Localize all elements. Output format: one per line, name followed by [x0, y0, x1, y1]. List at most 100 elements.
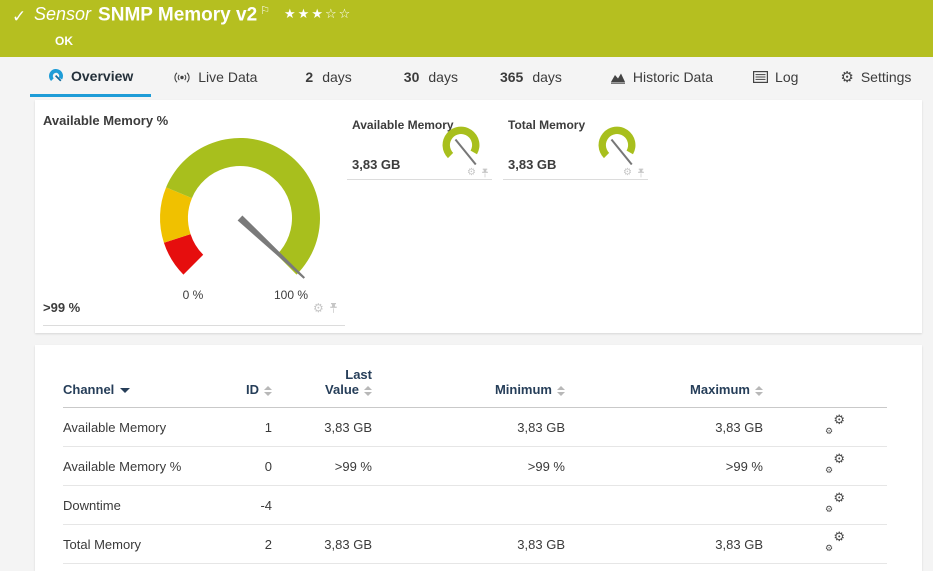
tab-number: 365 [500, 69, 523, 85]
column-label: ID [246, 382, 259, 397]
channel-minimum: 3,83 GB [372, 408, 565, 447]
channel-id: 0 [213, 447, 272, 486]
column-label: Minimum [495, 382, 552, 397]
log-icon [753, 71, 768, 83]
channel-name[interactable]: Total Memory [63, 525, 213, 564]
mini-gauge [593, 121, 641, 171]
sort-caret-down-icon [120, 388, 130, 393]
sort-icon [264, 386, 272, 396]
sort-icon [364, 386, 372, 396]
tab-2-days[interactable]: 2 days [293, 57, 363, 97]
area-chart-icon [610, 71, 626, 84]
tab-30-days[interactable]: 30 days [392, 57, 470, 97]
gauge-icon [48, 68, 64, 84]
column-label: Value [325, 382, 359, 397]
gauge-max-label: 100 % [269, 288, 313, 302]
channel-name[interactable]: Downtime [63, 486, 213, 525]
gear-icon[interactable]: ⚙ [467, 167, 476, 178]
pin-icon[interactable] [637, 168, 645, 178]
channel-last-value: >99 % [272, 447, 372, 486]
channel-name[interactable]: Available Memory [63, 408, 213, 447]
tab-label: days [428, 69, 458, 85]
column-label: Last [272, 367, 372, 382]
sensor-heading: Sensor SNMP Memory v2⚐ ★★★☆☆ [34, 4, 352, 26]
tab-label: Overview [71, 68, 133, 84]
mini-gauge-cell-available-memory: Available Memory 3,83 GB ⚙ [347, 110, 492, 180]
tab-label: Historic Data [633, 69, 713, 85]
tab-label: Log [775, 69, 798, 85]
sensor-tab-bar: Overview Live Data 2 days 30 days 365 da… [0, 57, 933, 97]
tab-label: days [532, 69, 562, 85]
channel-maximum: >99 % [565, 447, 763, 486]
channel-table-panel: Channel ID Last Value Minimum Maximum [35, 345, 922, 571]
channel-minimum: 3,83 GB [372, 525, 565, 564]
mini-gauge-value: 3,83 GB [352, 157, 400, 172]
mini-gauge-title: Total Memory [508, 118, 585, 132]
table-row: Total Memory 2 3,83 GB 3,83 GB 3,83 GB ⚙… [63, 525, 887, 564]
channel-minimum [372, 486, 565, 525]
cell-divider [43, 325, 345, 326]
sort-icon [557, 386, 565, 396]
column-header-id[interactable]: ID [213, 347, 272, 408]
pin-icon[interactable] [329, 302, 338, 314]
channel-maximum: 3,83 GB [565, 525, 763, 564]
channel-id: -4 [213, 486, 272, 525]
sensor-kind-label: Sensor [34, 4, 91, 24]
channel-settings-gears-icon[interactable]: ⚙⚙ [825, 417, 847, 434]
channel-last-value [272, 486, 372, 525]
column-header-minimum[interactable]: Minimum [372, 347, 565, 408]
tab-label: Live Data [198, 69, 257, 85]
status-badge: OK [55, 34, 73, 48]
tab-overview[interactable]: Overview [30, 57, 151, 97]
broadcast-icon [173, 71, 191, 84]
mini-gauge-cell-total-memory: Total Memory 3,83 GB ⚙ [503, 110, 648, 180]
table-row: Available Memory 1 3,83 GB 3,83 GB 3,83 … [63, 408, 887, 447]
mini-gauge-value: 3,83 GB [508, 157, 556, 172]
channel-last-value: 3,83 GB [272, 525, 372, 564]
gear-icon[interactable]: ⚙ [313, 301, 324, 315]
table-row: Available Memory % 0 >99 % >99 % >99 % ⚙… [63, 447, 887, 486]
tab-number: 30 [404, 69, 420, 85]
sort-icon [755, 386, 763, 396]
channel-settings-gears-icon[interactable]: ⚙⚙ [825, 456, 847, 473]
gauge-cell-actions: ⚙ [467, 167, 489, 178]
column-header-last-value[interactable]: Last Value [272, 347, 372, 408]
tab-label: days [322, 69, 352, 85]
channel-last-value: 3,83 GB [272, 408, 372, 447]
table-row: Downtime -4 ⚙⚙ [63, 486, 887, 525]
channel-name[interactable]: Available Memory % [63, 447, 213, 486]
channel-id: 2 [213, 525, 272, 564]
channel-settings-gears-icon[interactable]: ⚙⚙ [825, 495, 847, 512]
overview-gauges-panel: Available Memory % 0 % 100 % >99 % ⚙ Ava… [35, 100, 922, 333]
tab-historic-data[interactable]: Historic Data [598, 57, 725, 97]
check-icon: ✓ [12, 7, 26, 27]
flag-icon[interactable]: ⚐ [260, 4, 270, 17]
column-header-actions [763, 347, 887, 408]
tab-365-days[interactable]: 365 days [488, 57, 574, 97]
gear-icon[interactable]: ⚙ [623, 167, 632, 178]
channel-table: Channel ID Last Value Minimum Maximum [63, 347, 887, 564]
sensor-status-banner: ✓ Sensor SNMP Memory v2⚐ ★★★☆☆ OK [0, 0, 933, 57]
channel-table-header-row: Channel ID Last Value Minimum Maximum [63, 347, 887, 408]
column-header-channel[interactable]: Channel [63, 347, 213, 408]
channel-minimum: >99 % [372, 447, 565, 486]
main-gauge-value: >99 % [43, 300, 80, 315]
channel-settings-gears-icon[interactable]: ⚙⚙ [825, 534, 847, 551]
gauge-min-label: 0 % [171, 288, 215, 302]
tab-settings[interactable]: ⚙ Settings [828, 57, 923, 97]
channel-maximum [565, 486, 763, 525]
gauge-cell-actions: ⚙ [623, 167, 645, 178]
mini-gauge [437, 121, 485, 171]
sensor-title: SNMP Memory v2 [98, 4, 257, 25]
gauge-cell-actions: ⚙ [313, 301, 338, 315]
tab-log[interactable]: Log [741, 57, 810, 97]
tab-live-data[interactable]: Live Data [161, 57, 269, 97]
channel-maximum: 3,83 GB [565, 408, 763, 447]
gear-icon: ⚙ [840, 68, 853, 86]
main-gauge [140, 118, 340, 288]
priority-star-rating[interactable]: ★★★☆☆ [284, 7, 352, 22]
channel-id: 1 [213, 408, 272, 447]
pin-icon[interactable] [481, 168, 489, 178]
column-header-maximum[interactable]: Maximum [565, 347, 763, 408]
tab-label: Settings [861, 69, 912, 85]
